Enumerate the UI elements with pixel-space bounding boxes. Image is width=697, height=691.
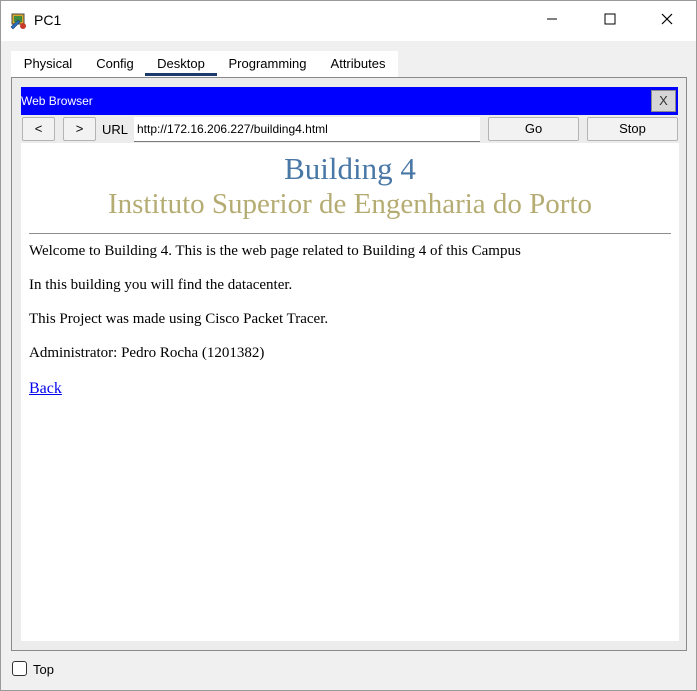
back-button[interactable]: <	[22, 117, 55, 141]
minimize-button[interactable]	[523, 1, 581, 41]
url-label: URL	[102, 122, 129, 137]
page-heading: Building 4	[284, 151, 416, 186]
datacenter-paragraph: In this building you will find the datac…	[29, 277, 293, 293]
close-icon	[661, 12, 673, 30]
pc1-window: PC1 Physical Config Desktop Programming …	[0, 0, 697, 691]
tab-config[interactable]: Config	[85, 51, 145, 77]
stop-button[interactable]: Stop	[587, 117, 678, 141]
tab-programming[interactable]: Programming	[217, 51, 318, 77]
title-bar: PC1	[1, 1, 696, 41]
maximize-button[interactable]	[581, 1, 639, 41]
top-checkbox-label: Top	[33, 662, 54, 677]
back-link[interactable]: Back	[29, 380, 62, 398]
top-checkbox[interactable]	[12, 661, 27, 676]
maximize-icon	[604, 12, 616, 30]
administrator-paragraph: Administrator: Pedro Rocha (1201382)	[29, 345, 265, 361]
active-tab-indicator	[145, 73, 217, 76]
go-button[interactable]: Go	[488, 117, 579, 141]
close-window-button[interactable]	[638, 1, 696, 41]
welcome-paragraph: Welcome to Building 4. This is the web p…	[29, 243, 521, 259]
packet-tracer-pc-icon	[9, 11, 29, 31]
web-page-content: Building 4 Instituto Superior de Engenha…	[21, 143, 679, 641]
tab-attributes[interactable]: Attributes	[318, 51, 398, 77]
web-browser-title: Web Browser	[21, 94, 93, 108]
horizontal-divider	[29, 233, 671, 234]
web-browser-title-bar: Web Browser	[21, 87, 678, 115]
minimize-icon	[546, 12, 558, 30]
page-subheading: Instituto Superior de Engenharia do Port…	[107, 188, 593, 220]
window-title: PC1	[34, 12, 62, 28]
project-paragraph: This Project was made using Cisco Packet…	[29, 311, 329, 327]
close-browser-button[interactable]: X	[651, 90, 676, 112]
forward-button[interactable]: >	[63, 117, 96, 141]
tab-physical[interactable]: Physical	[11, 51, 85, 77]
url-input[interactable]	[134, 117, 480, 142]
